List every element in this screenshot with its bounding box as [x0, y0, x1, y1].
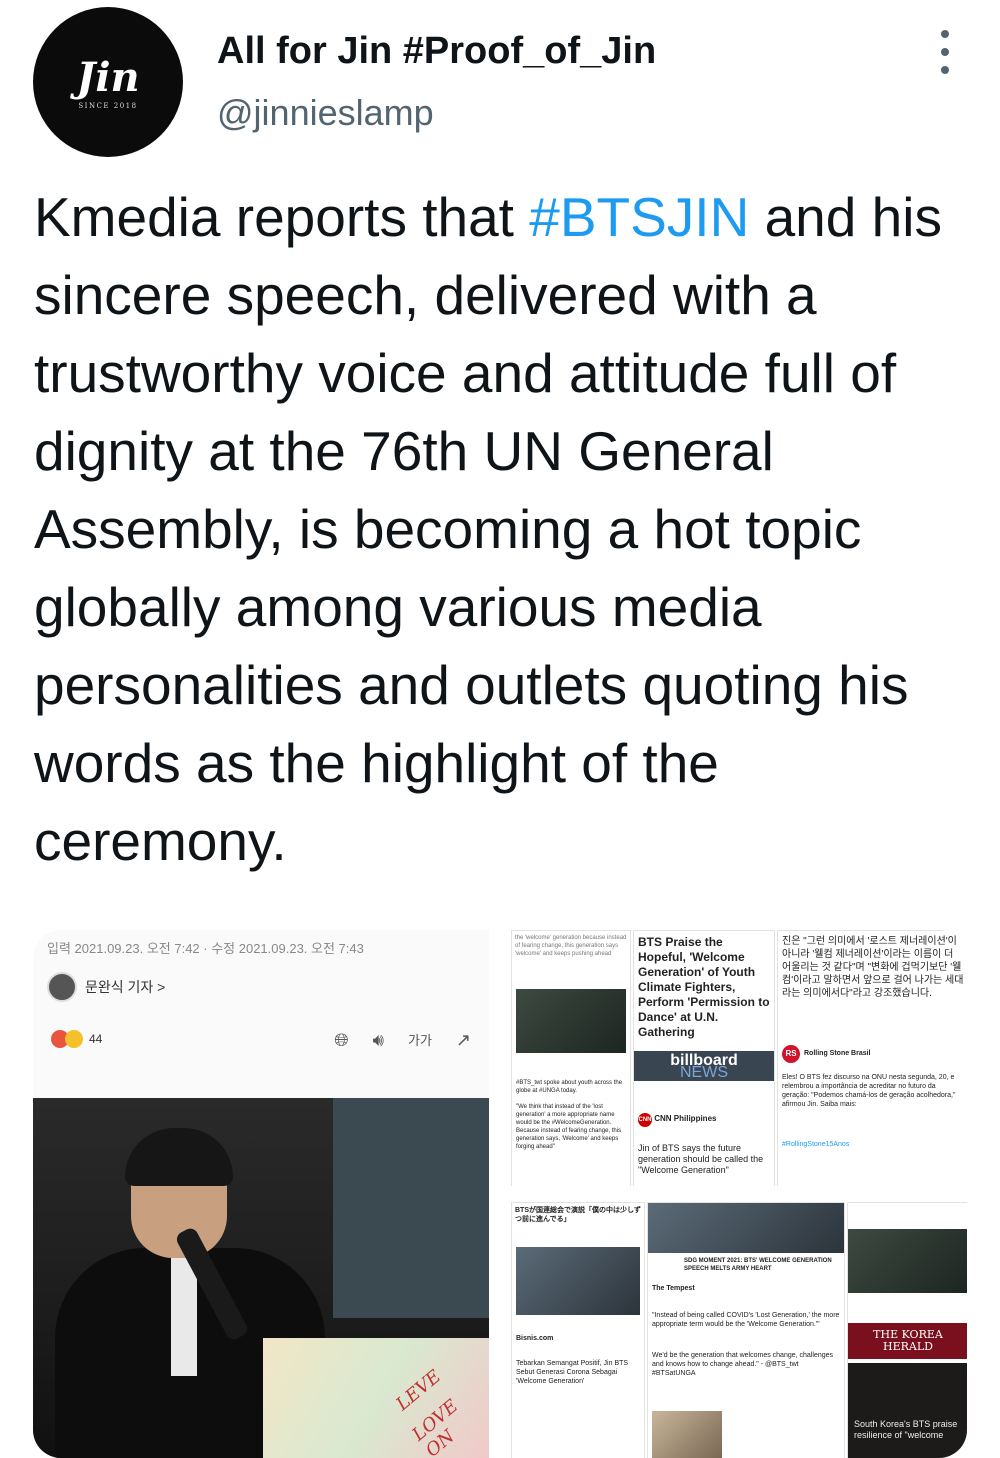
- korean-quote: 진은 "그런 의미에서 '로스트 제너레이션'이 아니라 '웰컴 제너레이션'이…: [782, 936, 964, 999]
- share-icon: ↗: [455, 1030, 471, 1050]
- tempest-text: "Instead of being called COVID's 'Lost G…: [652, 1312, 840, 1328]
- article-timestamp: 입력 2021.09.23. 오전 7:42 · 수정 2021.09.23. …: [47, 941, 364, 956]
- collage-bts-tweet-text: #BTS_twt spoke about youth across the gl…: [516, 1080, 623, 1094]
- herald-dark-panel: South Korea's BTS praise resilience of "…: [848, 1363, 967, 1458]
- tweet-text-after: and his sincere speech, delivered with a…: [34, 186, 942, 872]
- media-image-collage-bottom[interactable]: BTSが国連総会で演説「僕の中は少しずつ前に進んでる」 Bisnis.com T…: [511, 1202, 967, 1458]
- hashtag-link[interactable]: #BTSJIN: [529, 186, 749, 248]
- reporter-avatar: [47, 972, 77, 1002]
- cnn-text: Jin of BTS says the future generation sh…: [638, 1143, 764, 1175]
- collage-photo: [848, 1229, 967, 1293]
- collage-photo: [516, 989, 626, 1053]
- herald-logo: THE KOREA HERALD: [848, 1323, 967, 1359]
- article-reactions: 44: [51, 1030, 102, 1048]
- rs-account: RS Rolling Stone Brasil: [782, 1045, 871, 1063]
- rs-hashtag: #RollingStone15Anos: [782, 1141, 850, 1148]
- tempest-name: The Tempest: [652, 1285, 695, 1292]
- collage-japanese-indo: BTSが国連総会で演説「僕の中は少しずつ前に進んでる」 Bisnis.com T…: [511, 1202, 645, 1458]
- collage-tempest: SDG MOMENT 2021: BTS' WELCOME GENERATION…: [647, 1202, 845, 1458]
- photo-sign: LEVE LOVE ON: [263, 1338, 489, 1458]
- billboard-headline: BTS Praise the Hopeful, 'Welcome Generat…: [638, 935, 770, 1039]
- cnn-name: CNN Philippines: [654, 1114, 717, 1123]
- collage-herald: THE KOREA HERALD South Korea's BTS prais…: [847, 1202, 967, 1458]
- tweet-text-before: Kmedia reports that: [34, 186, 530, 248]
- collage-photo: [652, 1411, 722, 1458]
- collage-photo: [516, 1247, 640, 1315]
- media-image-collage-top[interactable]: the 'welcome' generation because instead…: [511, 930, 967, 1186]
- collage-korean-rollingstone: 진은 "그런 의미에서 '로스트 제너레이션'이 아니라 '웰컴 제너레이션'이…: [777, 930, 967, 1186]
- cnn-account: CNN CNN Philippines: [638, 1113, 770, 1127]
- avatar-logo: Jin: [76, 54, 140, 101]
- profile-avatar[interactable]: Jin SINCE 2018: [33, 7, 183, 157]
- media-image-article[interactable]: 입력 2021.09.23. 오전 7:42 · 수정 2021.09.23. …: [33, 930, 489, 1458]
- photo-background: [333, 1098, 489, 1318]
- billboard-news-label: NEWS: [680, 1064, 728, 1081]
- photo-shirt: [171, 1256, 197, 1376]
- jin-speech-photo: LEVE LOVE ON: [33, 1098, 489, 1458]
- article-reporter: 문완식 기자 >: [47, 972, 165, 1002]
- cnn-logo-icon: CNN: [638, 1113, 652, 1127]
- avatar-since-text: SINCE 2018: [78, 102, 138, 110]
- reporter-name: 문완식 기자 >: [85, 979, 166, 995]
- tweet-text: Kmedia reports that #BTSJIN and his sinc…: [34, 178, 974, 880]
- welcome-line: We'd be the generation that welcomes cha…: [652, 1352, 833, 1377]
- article-tools: 🌐︎ 🔊︎ 가가 ↗: [334, 1030, 471, 1052]
- collage-bts-tweet: the 'welcome' generation because instead…: [511, 930, 631, 1186]
- user-handle[interactable]: @jinnieslamp: [217, 92, 434, 134]
- collage-tweet-top-text: the 'welcome' generation because instead…: [515, 935, 627, 957]
- indo-text: Tebarkan Semangat Positif, Jin BTS Sebut…: [516, 1360, 629, 1385]
- herald-caption: South Korea's BTS praise resilience of "…: [854, 1419, 958, 1440]
- more-options-icon[interactable]: [930, 30, 960, 74]
- billboard-logo: billboard NEWS: [634, 1051, 774, 1081]
- reaction-count: 44: [89, 1032, 103, 1046]
- collage-welcome-quote: "We think that instead of the 'lost gene…: [516, 1104, 622, 1150]
- indo-name: Bisnis.com: [516, 1335, 554, 1342]
- speaker-icon: 🔊︎: [372, 1030, 384, 1050]
- globe-icon: 🌐︎: [334, 1030, 349, 1050]
- photo-hair: [125, 1128, 233, 1186]
- rolling-stone-logo-icon: RS: [782, 1045, 800, 1063]
- display-name[interactable]: All for Jin #Proof_of_Jin: [217, 30, 656, 73]
- jp-headline: BTSが国連総会で演説「僕の中は少しずつ前に進んでる」: [515, 1207, 641, 1223]
- rs-text: Eles! O BTS fez discurso na ONU nesta se…: [782, 1074, 956, 1108]
- sdg-headline: SDG MOMENT 2021: BTS' WELCOME GENERATION…: [684, 1258, 832, 1272]
- collage-photo: [648, 1203, 844, 1253]
- rs-name: Rolling Stone Brasil: [804, 1050, 871, 1057]
- font-size-label: 가가: [407, 1033, 432, 1048]
- media-grid: 입력 2021.09.23. 오전 7:42 · 수정 2021.09.23. …: [33, 930, 967, 1458]
- reaction-emoji-icon: [65, 1030, 83, 1048]
- collage-billboard: BTS Praise the Hopeful, 'Welcome Generat…: [633, 930, 775, 1186]
